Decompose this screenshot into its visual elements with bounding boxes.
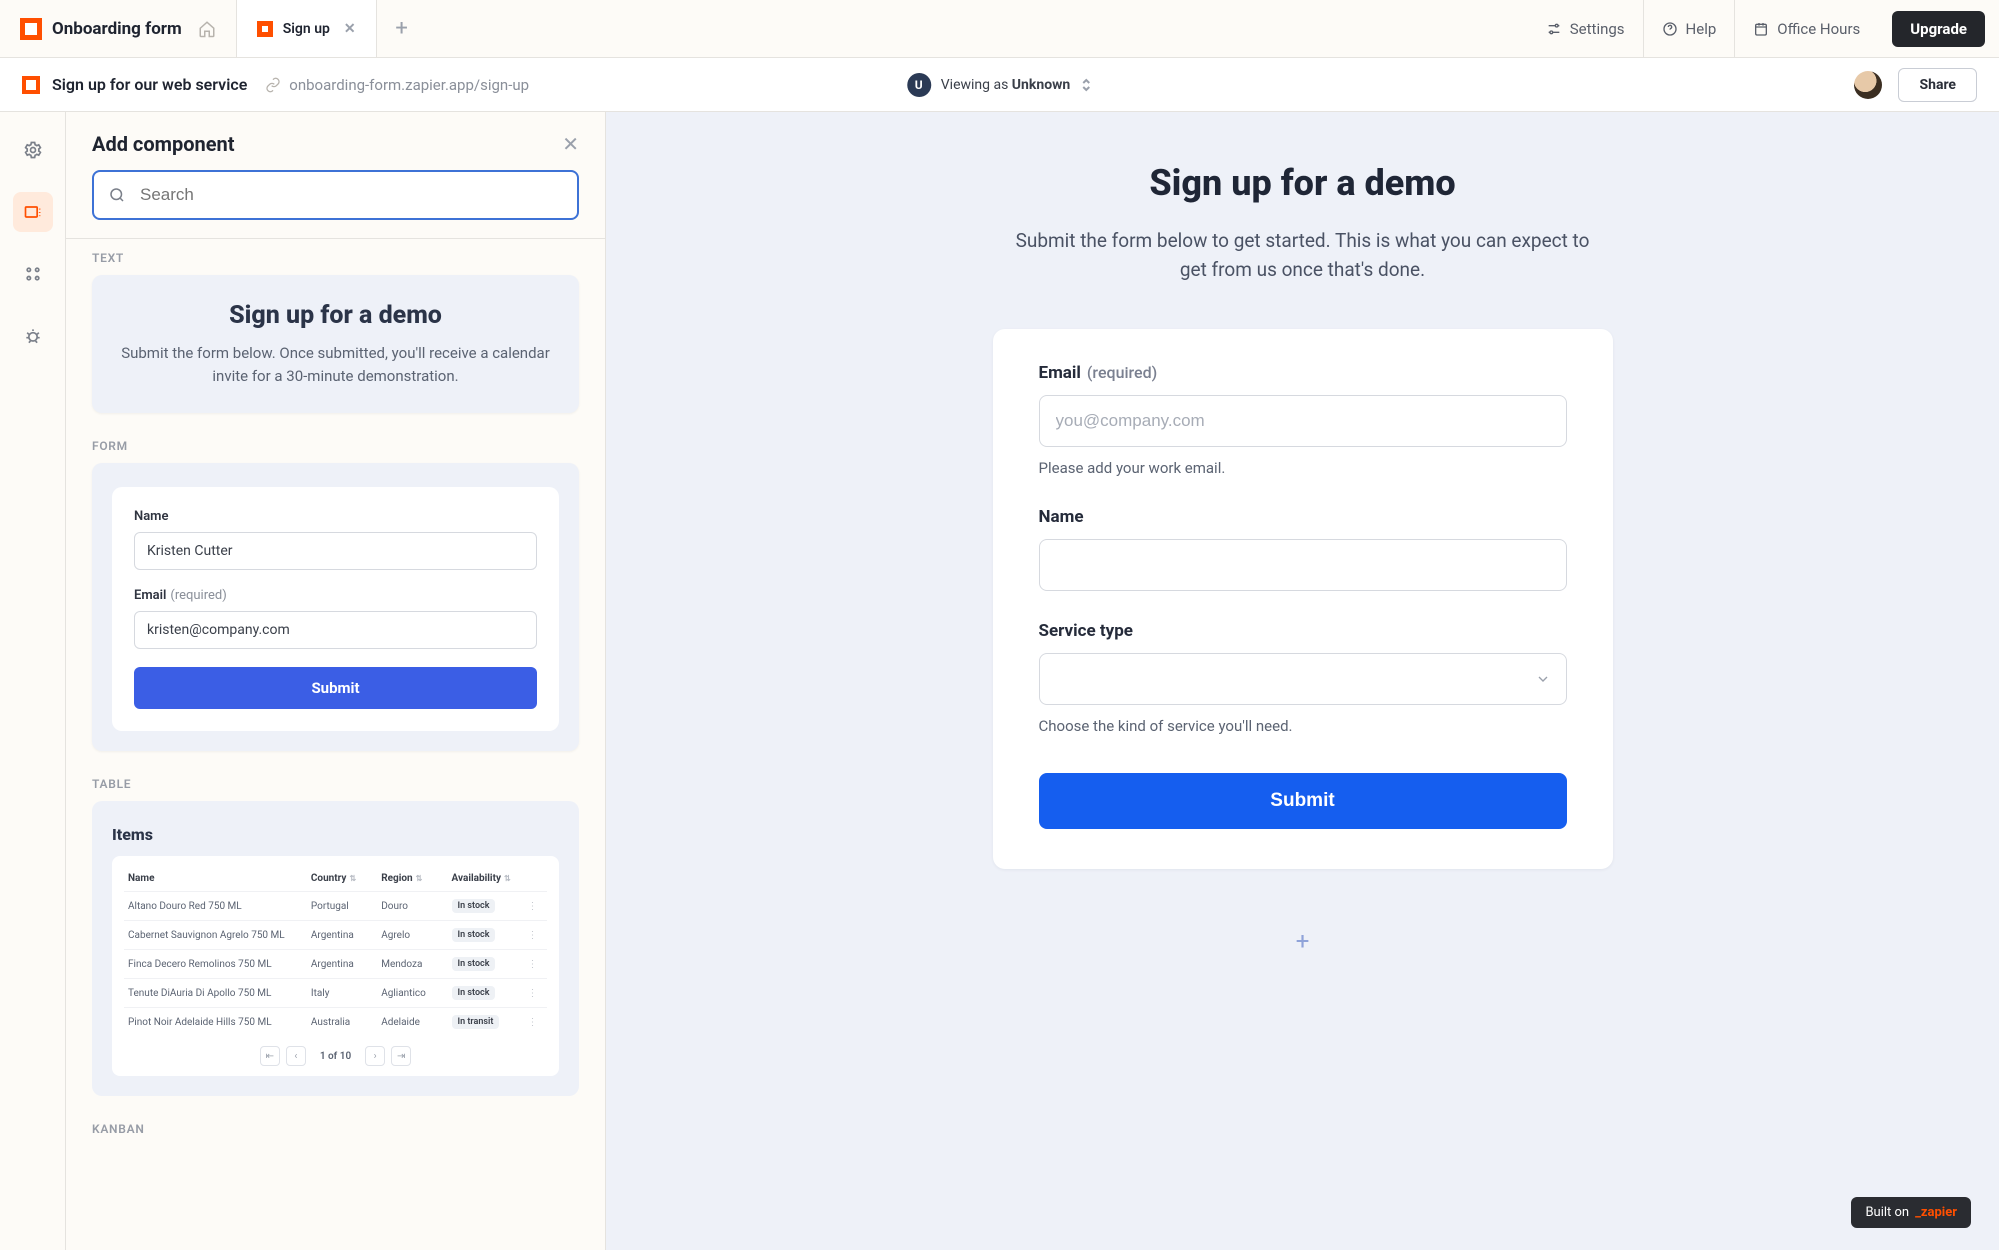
root-tab-label: Onboarding form [52, 19, 182, 39]
preview-subheading: Submit the form below to get started. Th… [1003, 226, 1603, 285]
search-input[interactable] [138, 184, 563, 206]
preview-heading: Sign up for a demo [943, 162, 1663, 204]
pager-first[interactable]: ⇤ [260, 1046, 280, 1066]
section-label-kanban: KANBAN [66, 1110, 605, 1146]
close-tab-icon[interactable]: ✕ [344, 21, 356, 37]
table-row: Finca Decero Remolinos 750 MLArgentinaMe… [124, 950, 547, 979]
page-url[interactable]: onboarding-form.zapier.app/sign-up [289, 76, 529, 94]
component-table-card[interactable]: Items Name Country⇅ Region⇅ Availability… [92, 801, 579, 1096]
office-hours-link[interactable]: Office Hours [1734, 0, 1878, 57]
table-row: Pinot Noir Adelaide Hills 750 MLAustrali… [124, 1008, 547, 1036]
pager-prev[interactable]: ‹ [286, 1046, 306, 1066]
submit-button[interactable]: Submit [1039, 773, 1567, 829]
section-label-form: FORM [66, 427, 605, 463]
settings-link[interactable]: Settings [1528, 0, 1643, 57]
left-rail [0, 112, 66, 1250]
top-tab-bar: Onboarding form Sign up ✕ + Settings Hel… [0, 0, 1999, 58]
new-tab-button[interactable]: + [377, 0, 427, 57]
rail-components[interactable] [13, 192, 53, 232]
text-card-body: Submit the form below. Once submitted, y… [118, 342, 553, 387]
sliders-icon [1546, 21, 1562, 37]
pager-next[interactable]: › [365, 1046, 385, 1066]
avatar[interactable] [1854, 71, 1882, 99]
page-sub-bar: Sign up for our web service onboarding-f… [0, 58, 1999, 112]
preview-form: Email(required) Please add your work ema… [993, 329, 1613, 869]
table-row: Altano Douro Red 750 MLPortugalDouroIn s… [124, 892, 547, 921]
share-button[interactable]: Share [1898, 68, 1977, 102]
service-help-text: Choose the kind of service you'll need. [1039, 717, 1567, 735]
tab-sign-up[interactable]: Sign up ✕ [236, 0, 377, 57]
viewing-as-pill[interactable]: U Viewing as Unknown [907, 73, 1092, 97]
email-field[interactable] [1039, 395, 1567, 447]
component-text-card[interactable]: Sign up for a demo Submit the form below… [92, 275, 579, 413]
pager-last[interactable]: ⇥ [391, 1046, 411, 1066]
panel-title: Add component [92, 132, 235, 156]
search-icon [108, 186, 126, 204]
page-title: Sign up for our web service [52, 75, 247, 94]
email-help-text: Please add your work email. [1039, 459, 1567, 477]
zapier-logo-icon [22, 76, 40, 94]
chevron-up-down-icon [1080, 78, 1092, 92]
search-input-wrap[interactable] [92, 170, 579, 220]
help-icon [1662, 21, 1678, 37]
name-field[interactable] [1039, 539, 1567, 591]
tab-label: Sign up [283, 21, 330, 37]
section-label-table: TABLE [66, 765, 605, 801]
zapier-logo-icon [257, 21, 273, 37]
help-link[interactable]: Help [1643, 0, 1735, 57]
component-form-card[interactable]: Name Kristen Cutter Email(required) kris… [92, 463, 579, 751]
text-card-heading: Sign up for a demo [118, 301, 553, 330]
rail-settings[interactable] [13, 130, 53, 170]
user-badge-icon: U [907, 73, 931, 97]
home-icon [198, 20, 216, 38]
rail-debug[interactable] [13, 316, 53, 356]
add-component-below[interactable]: + [1285, 923, 1321, 959]
rail-data[interactable] [13, 254, 53, 294]
root-tab[interactable]: Onboarding form [0, 0, 236, 57]
component-panel: Add component ✕ TEXT Sign up for a demo … [66, 112, 606, 1250]
close-panel-button[interactable]: ✕ [562, 132, 579, 156]
upgrade-button[interactable]: Upgrade [1892, 11, 1985, 47]
built-on-badge[interactable]: Built on _zapier [1851, 1197, 1971, 1228]
mini-table: Name Country⇅ Region⇅ Availability⇅ Alta… [112, 856, 559, 1076]
zapier-logo-icon [20, 18, 42, 40]
service-type-select[interactable] [1039, 653, 1567, 705]
calendar-icon [1753, 21, 1769, 37]
section-label-text: TEXT [66, 239, 605, 275]
table-row: Tenute DiAuria Di Apollo 750 MLItalyAgli… [124, 979, 547, 1008]
table-row: Cabernet Sauvignon Agrelo 750 MLArgentin… [124, 921, 547, 950]
link-icon [265, 77, 281, 93]
canvas-preview: Sign up for a demo Submit the form below… [606, 112, 1999, 1250]
